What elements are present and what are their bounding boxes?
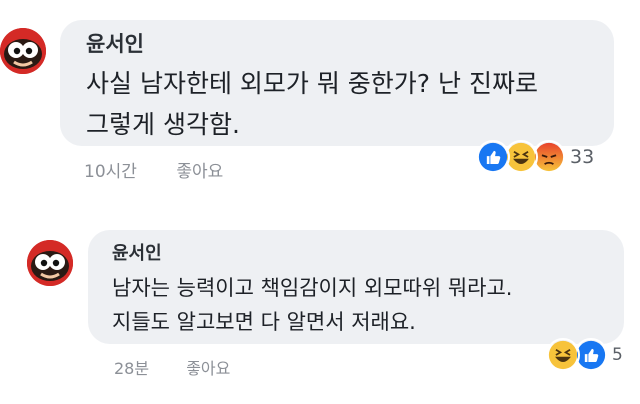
comment-text-line-1: 남자는 능력이고 책임감이지 외모따위 뭐라고. bbox=[112, 276, 513, 300]
reaction-summary[interactable]: 5 bbox=[546, 338, 623, 372]
avatar[interactable] bbox=[27, 240, 73, 286]
comment-1: 윤서인 사실 남자한테 외모가 뭐 중한가? 난 진짜로 그렇게 생각함. 10… bbox=[0, 0, 640, 200]
haha-icon bbox=[546, 338, 580, 372]
comment-bubble: 윤서인 남자는 능력이고 책임감이지 외모따위 뭐라고. 지들도 알고보면 다 … bbox=[88, 230, 624, 344]
monkey-avatar-icon bbox=[0, 28, 46, 74]
comment-text-line-2: 지들도 알고보면 다 알면서 저래요. bbox=[112, 310, 416, 334]
like-button[interactable]: 좋아요 bbox=[176, 162, 223, 182]
comment-timestamp[interactable]: 10시간 bbox=[84, 162, 137, 182]
monkey-avatar-icon bbox=[27, 240, 73, 286]
comment-author[interactable]: 윤서인 bbox=[86, 28, 144, 58]
like-button[interactable]: 좋아요 bbox=[186, 359, 230, 378]
comment-bubble: 윤서인 사실 남자한테 외모가 뭐 중한가? 난 진짜로 그렇게 생각함. bbox=[60, 20, 614, 146]
reaction-summary[interactable]: 33 bbox=[476, 140, 594, 174]
comment-meta: 28분 좋아요 bbox=[114, 355, 230, 379]
avatar[interactable] bbox=[0, 28, 46, 74]
reaction-count: 5 bbox=[612, 345, 623, 365]
comment-author[interactable]: 윤서인 bbox=[112, 239, 162, 265]
like-icon bbox=[476, 140, 510, 174]
comment-2: 윤서인 남자는 능력이고 책임감이지 외모따위 뭐라고. 지들도 알고보면 다 … bbox=[0, 200, 640, 404]
comment-timestamp[interactable]: 28분 bbox=[114, 359, 149, 378]
comment-meta: 10시간 좋아요 bbox=[84, 157, 223, 182]
reaction-count: 33 bbox=[570, 146, 595, 168]
comment-text-line-1: 사실 남자한테 외모가 뭐 중한가? 난 진짜로 bbox=[86, 69, 538, 98]
comment-text-line-2: 그렇게 생각함. bbox=[86, 110, 240, 139]
